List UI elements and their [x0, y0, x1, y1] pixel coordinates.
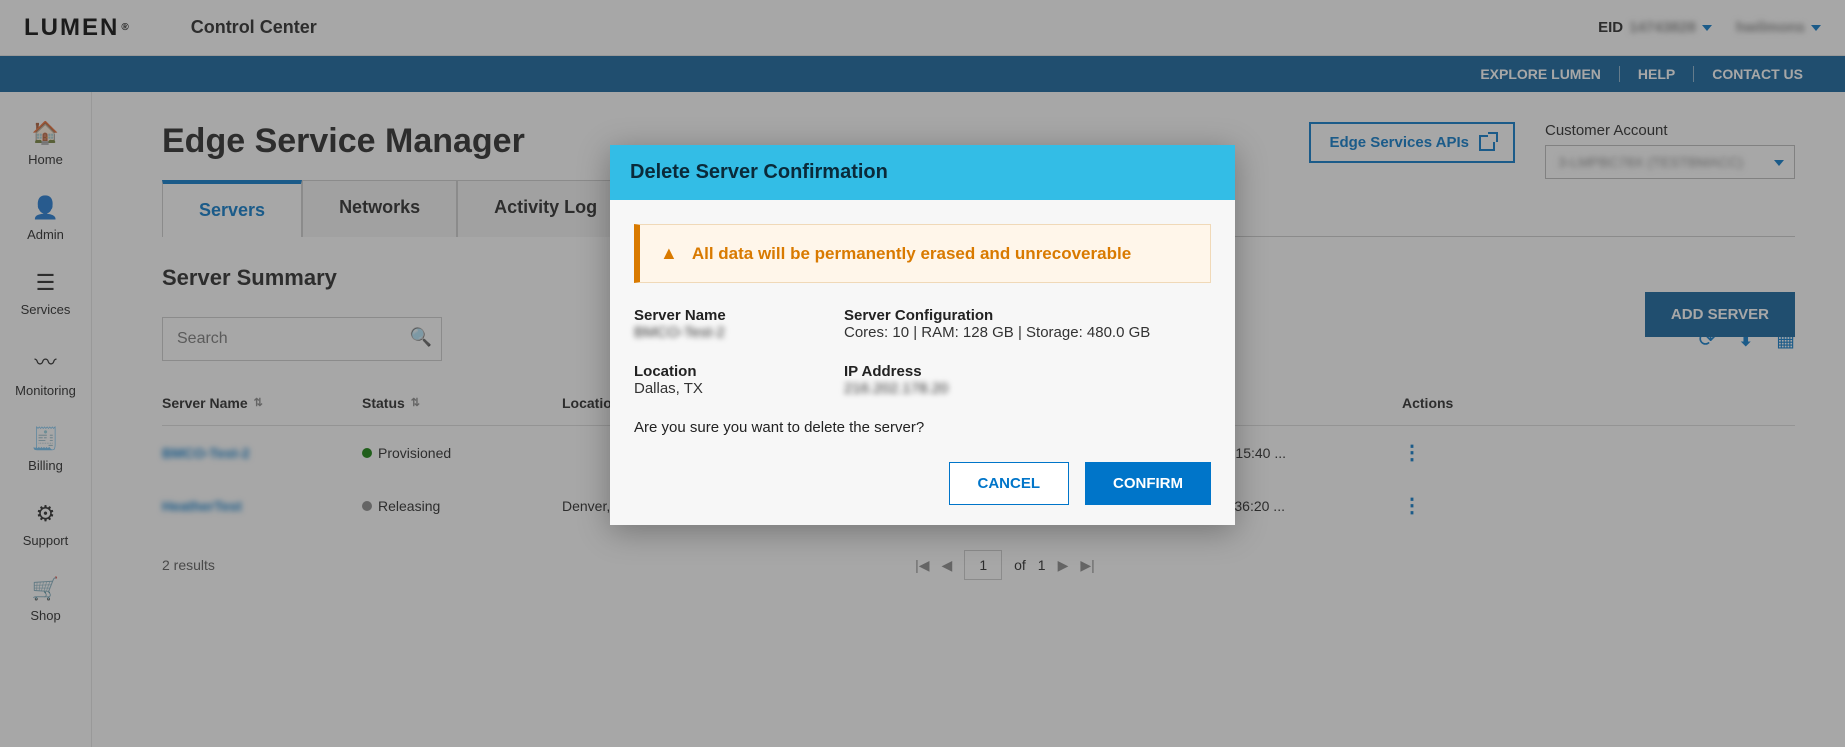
server-info-grid: Server Name BMCO-Test-2 Server Configura…	[634, 307, 1211, 397]
confirm-question: Are you sure you want to delete the serv…	[634, 419, 1211, 436]
info-label-ip: IP Address	[844, 363, 1211, 380]
info-label-name: Server Name	[634, 307, 834, 324]
info-ip-block: IP Address 216.202.178.20	[844, 363, 1211, 397]
modal-actions: CANCEL CONFIRM	[634, 462, 1211, 505]
info-name-block: Server Name BMCO-Test-2	[634, 307, 834, 341]
info-value-location: Dallas, TX	[634, 380, 834, 397]
warning-icon: ▲	[660, 243, 678, 264]
warning-banner: ▲ All data will be permanently erased an…	[634, 224, 1211, 283]
warning-text: All data will be permanently erased and …	[692, 244, 1131, 264]
info-value-name: BMCO-Test-2	[634, 324, 834, 341]
modal-body: ▲ All data will be permanently erased an…	[610, 200, 1235, 525]
info-location-block: Location Dallas, TX	[634, 363, 834, 397]
info-config-block: Server Configuration Cores: 10 | RAM: 12…	[844, 307, 1211, 341]
info-value-config: Cores: 10 | RAM: 128 GB | Storage: 480.0…	[844, 324, 1211, 341]
info-label-config: Server Configuration	[844, 307, 1211, 324]
info-value-ip: 216.202.178.20	[844, 380, 1211, 397]
delete-server-modal: Delete Server Confirmation ▲ All data wi…	[610, 145, 1235, 525]
cancel-button[interactable]: CANCEL	[949, 462, 1070, 505]
modal-overlay[interactable]: Delete Server Confirmation ▲ All data wi…	[0, 0, 1845, 747]
confirm-button[interactable]: CONFIRM	[1085, 462, 1211, 505]
modal-title: Delete Server Confirmation	[610, 145, 1235, 200]
info-label-location: Location	[634, 363, 834, 380]
